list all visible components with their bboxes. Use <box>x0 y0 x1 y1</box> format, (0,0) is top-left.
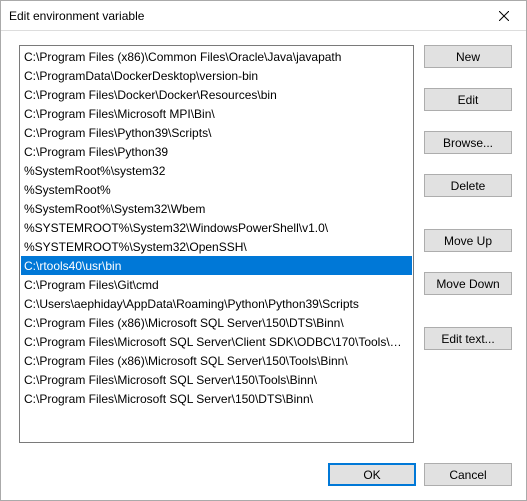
list-item[interactable]: %SystemRoot%\system32 <box>21 161 412 180</box>
list-item[interactable]: C:\Program Files (x86)\Common Files\Orac… <box>21 47 412 66</box>
browse-button[interactable]: Browse... <box>424 131 512 154</box>
list-item[interactable]: C:\rtools40\usr\bin <box>21 256 412 275</box>
list-item[interactable]: C:\Program Files (x86)\Microsoft SQL Ser… <box>21 313 412 332</box>
window-title: Edit environment variable <box>9 9 144 23</box>
list-item[interactable]: C:\Program Files\Microsoft SQL Server\Cl… <box>21 332 412 351</box>
delete-button[interactable]: Delete <box>424 174 512 197</box>
close-icon <box>499 11 509 21</box>
move-down-button[interactable]: Move Down <box>424 272 512 295</box>
list-item[interactable]: %SystemRoot%\System32\Wbem <box>21 199 412 218</box>
list-item[interactable]: C:\Program Files\Docker\Docker\Resources… <box>21 85 412 104</box>
list-item[interactable]: C:\Program Files\Python39 <box>21 142 412 161</box>
list-item[interactable]: C:\ProgramData\DockerDesktop\version-bin <box>21 66 412 85</box>
side-buttons: New Edit Browse... Delete Move Up Move D… <box>424 45 512 443</box>
list-item[interactable]: C:\Program Files (x86)\Microsoft SQL Ser… <box>21 351 412 370</box>
path-listbox[interactable]: C:\Program Files (x86)\Common Files\Orac… <box>19 45 414 443</box>
list-item[interactable]: %SystemRoot% <box>21 180 412 199</box>
titlebar: Edit environment variable <box>1 1 526 31</box>
list-item[interactable]: C:\Program Files\Git\cmd <box>21 275 412 294</box>
footer: OK Cancel <box>1 451 526 500</box>
new-button[interactable]: New <box>424 45 512 68</box>
edit-button[interactable]: Edit <box>424 88 512 111</box>
list-item[interactable]: C:\Program Files\Microsoft SQL Server\15… <box>21 370 412 389</box>
cancel-button[interactable]: Cancel <box>424 463 512 486</box>
list-item[interactable]: C:\Program Files\Microsoft MPI\Bin\ <box>21 104 412 123</box>
content-area: C:\Program Files (x86)\Common Files\Orac… <box>1 31 526 451</box>
list-item[interactable]: %SYSTEMROOT%\System32\OpenSSH\ <box>21 237 412 256</box>
edit-text-button[interactable]: Edit text... <box>424 327 512 350</box>
list-item[interactable]: C:\Program Files\Microsoft SQL Server\15… <box>21 389 412 408</box>
ok-button[interactable]: OK <box>328 463 416 486</box>
close-button[interactable] <box>481 1 526 31</box>
list-item[interactable]: C:\Users\aephiday\AppData\Roaming\Python… <box>21 294 412 313</box>
move-up-button[interactable]: Move Up <box>424 229 512 252</box>
list-item[interactable]: %SYSTEMROOT%\System32\WindowsPowerShell\… <box>21 218 412 237</box>
list-item[interactable]: C:\Program Files\Python39\Scripts\ <box>21 123 412 142</box>
